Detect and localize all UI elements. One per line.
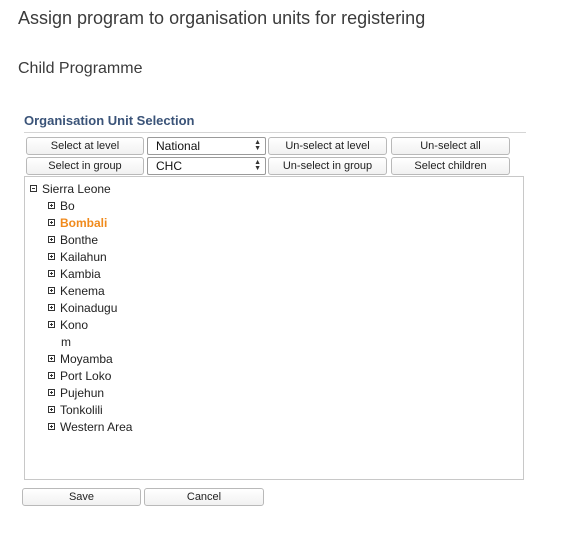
tree-node-label[interactable]: Kambia bbox=[60, 267, 101, 281]
tree-node[interactable]: Tonkolili bbox=[48, 401, 103, 418]
expand-icon[interactable] bbox=[48, 389, 55, 396]
tree-node[interactable]: Western Area bbox=[48, 418, 132, 435]
tree-node-label[interactable]: m bbox=[61, 335, 71, 349]
select-arrows-icon: ▲ ▼ bbox=[254, 139, 261, 152]
tree-root[interactable]: Sierra Leone bbox=[30, 180, 111, 197]
tree-node-label[interactable]: Kenema bbox=[60, 284, 105, 298]
expand-icon[interactable] bbox=[48, 355, 55, 362]
unselect-at-level-button[interactable]: Un-select at level bbox=[268, 137, 387, 155]
group-select[interactable]: CHC ▲ ▼ bbox=[147, 157, 266, 175]
tree-node[interactable]: Kono bbox=[48, 316, 88, 333]
group-select-value: CHC bbox=[156, 159, 182, 173]
tree-node[interactable]: m bbox=[48, 333, 71, 350]
collapse-icon[interactable] bbox=[30, 185, 37, 192]
tree-node-label[interactable]: Tonkolili bbox=[60, 403, 103, 417]
level-select-value: National bbox=[156, 139, 201, 153]
tree-node[interactable]: Kenema bbox=[48, 282, 105, 299]
save-button[interactable]: Save bbox=[22, 488, 141, 506]
tree-node-label[interactable]: Western Area bbox=[60, 420, 132, 434]
program-name: Child Programme bbox=[18, 60, 143, 77]
tree-node[interactable]: Bo bbox=[48, 197, 75, 214]
cancel-button[interactable]: Cancel bbox=[144, 488, 264, 506]
expand-icon[interactable] bbox=[48, 236, 55, 243]
tree-node-label[interactable]: Moyamba bbox=[60, 352, 113, 366]
page-title: Assign program to organisation units for… bbox=[18, 8, 426, 28]
expand-icon[interactable] bbox=[48, 219, 55, 226]
expand-icon[interactable] bbox=[48, 406, 55, 413]
expand-icon[interactable] bbox=[48, 304, 55, 311]
tree-node[interactable]: Moyamba bbox=[48, 350, 113, 367]
tree-node[interactable]: Bombali bbox=[48, 214, 107, 231]
tree-node-label[interactable]: Kono bbox=[60, 318, 88, 332]
org-unit-tree[interactable]: Sierra Leone Bo Bombali Bonthe Kailahun Kamb… bbox=[24, 176, 524, 480]
tree-node-label[interactable]: Bombali bbox=[60, 216, 107, 230]
tree-node-label[interactable]: Bonthe bbox=[60, 233, 98, 247]
tree-node-label[interactable]: Bo bbox=[60, 199, 75, 213]
expand-icon[interactable] bbox=[48, 321, 55, 328]
tree-node-label[interactable]: Koinadugu bbox=[60, 301, 117, 315]
select-at-level-button[interactable]: Select at level bbox=[26, 137, 144, 155]
tree-node[interactable]: Pujehun bbox=[48, 384, 104, 401]
expand-icon[interactable] bbox=[48, 202, 55, 209]
tree-node-label[interactable]: Port Loko bbox=[60, 369, 111, 383]
level-select[interactable]: National ▲ ▼ bbox=[147, 137, 266, 155]
unselect-all-button[interactable]: Un-select all bbox=[391, 137, 510, 155]
unselect-in-group-button[interactable]: Un-select in group bbox=[268, 157, 387, 175]
expand-icon[interactable] bbox=[48, 287, 55, 294]
expand-icon[interactable] bbox=[48, 423, 55, 430]
select-in-group-button[interactable]: Select in group bbox=[26, 157, 144, 175]
expand-icon[interactable] bbox=[48, 270, 55, 277]
section-divider bbox=[24, 132, 526, 133]
tree-node-label[interactable]: Pujehun bbox=[60, 386, 104, 400]
tree-node[interactable]: Port Loko bbox=[48, 367, 111, 384]
expand-icon[interactable] bbox=[48, 253, 55, 260]
tree-node[interactable]: Koinadugu bbox=[48, 299, 117, 316]
tree-node[interactable]: Kambia bbox=[48, 265, 101, 282]
select-children-button[interactable]: Select children bbox=[391, 157, 510, 175]
tree-node-label[interactable]: Sierra Leone bbox=[42, 182, 111, 196]
select-arrows-icon: ▲ ▼ bbox=[254, 159, 261, 172]
expand-icon[interactable] bbox=[48, 372, 55, 379]
tree-node-label[interactable]: Kailahun bbox=[60, 250, 107, 264]
tree-node[interactable]: Bonthe bbox=[48, 231, 98, 248]
tree-node[interactable]: Kailahun bbox=[48, 248, 107, 265]
section-title: Organisation Unit Selection bbox=[24, 113, 195, 128]
